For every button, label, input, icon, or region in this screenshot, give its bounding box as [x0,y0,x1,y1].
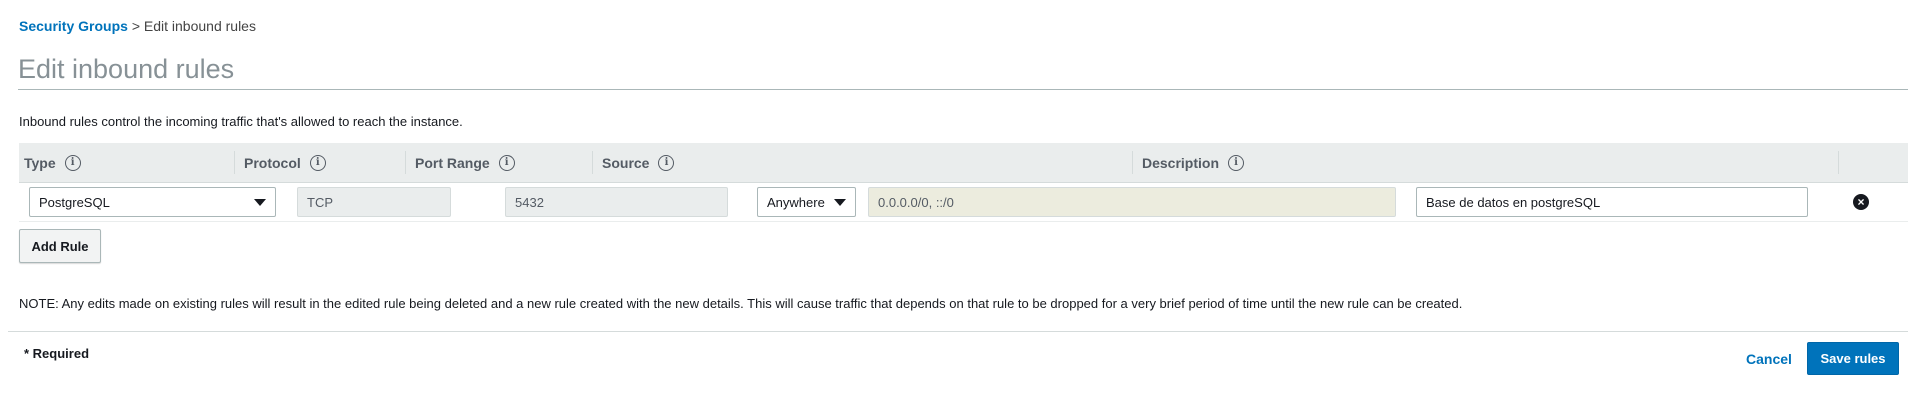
add-rule-button[interactable]: Add Rule [19,229,101,263]
save-rules-button[interactable]: Save rules [1807,342,1899,375]
column-header-port-range: Port Range i [415,143,515,182]
port-range-field: 5432 [505,187,728,217]
required-label: * Required [24,346,90,361]
column-separator [234,151,235,174]
column-separator [1132,151,1133,174]
protocol-field: TCP [297,187,451,217]
page-title: Edit inbound rules [18,54,235,84]
type-select[interactable]: PostgreSQL [29,187,276,217]
column-header-source: Source i [602,143,675,182]
footer-divider [8,331,1908,332]
cancel-button[interactable]: Cancel [1746,351,1792,367]
column-header-source-label: Source [602,154,650,171]
breadcrumb-security-groups-link[interactable]: Security Groups [19,18,128,34]
source-type-value: Anywhere [767,194,825,210]
rules-table-header: Type i Protocol i Port Range i Source i … [19,143,1908,183]
column-separator [1838,151,1839,174]
column-header-description: Description i [1142,143,1245,182]
column-separator [592,151,593,174]
info-icon[interactable]: i [658,154,675,171]
info-icon[interactable]: i [309,154,326,171]
source-cidr-value: 0.0.0.0/0, ::/0 [878,194,954,210]
description-value: Base de datos en postgreSQL [1426,194,1601,210]
rule-row: PostgreSQL TCP 5432 Anywhere 0.0.0.0/0, … [19,183,1908,222]
source-type-select[interactable]: Anywhere [757,187,856,217]
info-icon[interactable]: i [64,154,81,171]
info-icon[interactable]: i [498,154,515,171]
column-separator [405,151,406,174]
title-divider [18,89,1908,90]
breadcrumb-separator: > [131,18,140,34]
cursor-icon [0,268,4,278]
breadcrumb-current: Edit inbound rules [143,18,256,34]
protocol-value: TCP [307,194,333,210]
type-select-value: PostgreSQL [39,194,110,210]
column-header-port-range-label: Port Range [415,154,490,171]
column-header-protocol: Protocol i [244,143,326,182]
edit-inbound-rules-page: Security Groups > Edit inbound rules Edi… [0,0,1912,420]
caret-down-icon [254,199,266,206]
info-icon[interactable]: i [1228,154,1245,171]
breadcrumb: Security Groups > Edit inbound rules [19,18,256,34]
column-header-description-label: Description [1142,154,1220,171]
column-header-type-label: Type [24,154,56,171]
caret-down-icon [834,199,846,206]
intro-text: Inbound rules control the incoming traff… [19,114,463,129]
edit-note: NOTE: Any edits made on existing rules w… [19,296,1463,311]
remove-rule-icon[interactable]: × [1853,194,1869,210]
column-header-protocol-label: Protocol [244,154,301,171]
description-input[interactable]: Base de datos en postgreSQL [1416,187,1808,217]
port-range-value: 5432 [515,194,544,210]
source-cidr-field[interactable]: 0.0.0.0/0, ::/0 [868,187,1396,217]
column-header-type: Type i [24,143,81,182]
